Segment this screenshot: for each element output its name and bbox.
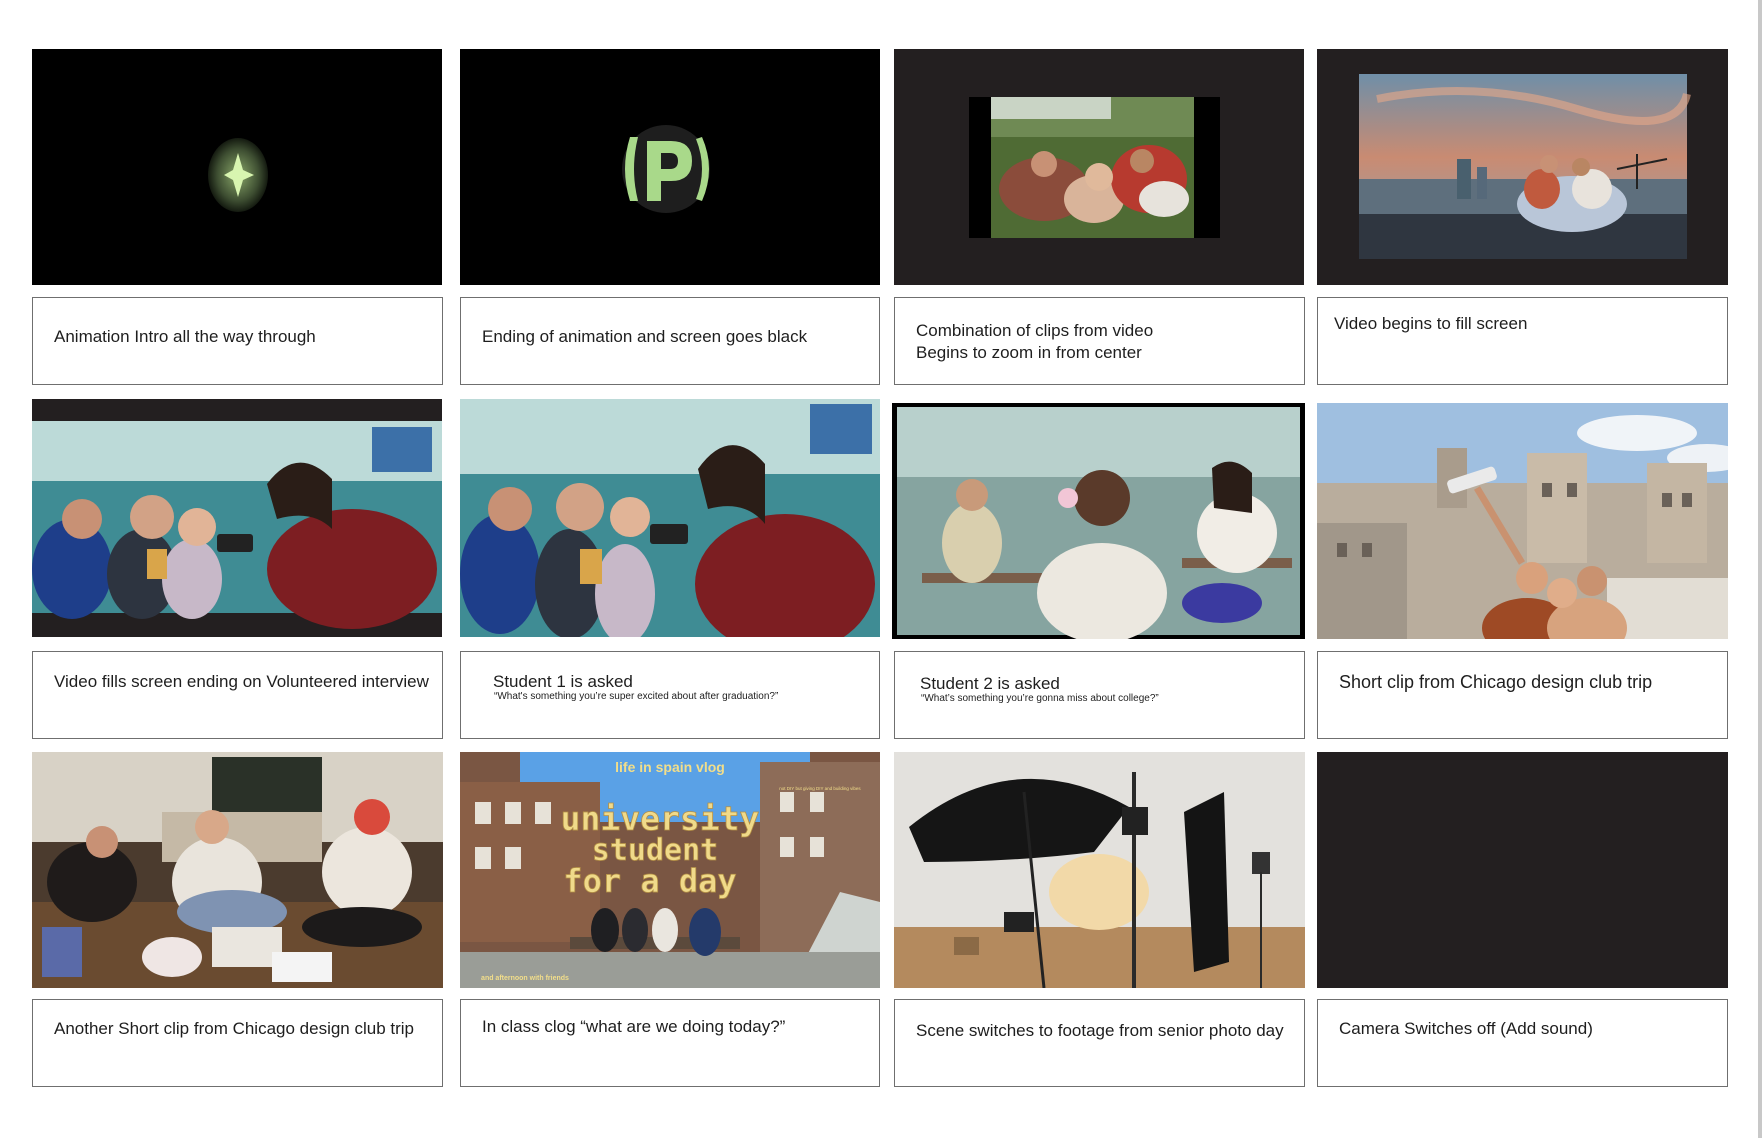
- caption-line-1: Combination of clips from video: [916, 321, 1154, 340]
- caption-text: Short clip from Chicago design club trip: [1339, 672, 1653, 692]
- selfie-in-chicago-clip: [1317, 403, 1728, 639]
- thumbnail-corner-note: not DIY but giving DIY and building vibe…: [779, 786, 861, 791]
- storyboard-frame-6: [460, 399, 880, 637]
- caption-3: Combination of clips from video Begins t…: [894, 297, 1305, 385]
- storyboard-frame-3: [894, 49, 1304, 285]
- student-in-classroom-clip: [897, 407, 1300, 639]
- caption-9: Another Short clip from Chicago design c…: [32, 999, 443, 1087]
- caption-text: Video fills screen ending on Volunteered…: [54, 672, 429, 691]
- blank-dark-frame: [1317, 752, 1728, 988]
- photo-studio-clip: [894, 752, 1305, 988]
- caption-6: Student 1 is asked “What's something you…: [460, 651, 880, 739]
- storyboard-frame-5: [32, 399, 442, 637]
- storyboard-frame-9: [32, 752, 443, 988]
- caption-text: In class clog “what are we doing today?”: [482, 1017, 786, 1036]
- thumbnail-bottom-text: and afternoon with friends: [481, 975, 569, 982]
- storyboard-frame-11: [894, 752, 1305, 988]
- caption-text: Camera Switches off (Add sound): [1339, 1019, 1593, 1038]
- caption-10: In class clog “what are we doing today?”: [460, 999, 880, 1087]
- caption-5: Video fills screen ending on Volunteered…: [32, 651, 443, 739]
- thumbnail-top-text: life in spain vlog: [615, 759, 725, 775]
- caption-8: Short clip from Chicago design club trip: [1317, 651, 1728, 739]
- caption-1: Animation Intro all the way through: [32, 297, 443, 385]
- storyboard-frame-8: [1317, 403, 1728, 639]
- caption-12: Camera Switches off (Add sound): [1317, 999, 1728, 1087]
- caption-text: Scene switches to footage from senior ph…: [916, 1021, 1284, 1040]
- caption-2: Ending of animation and screen goes blac…: [460, 297, 880, 385]
- storyboard-frame-1: [32, 49, 442, 285]
- spain-vlog-thumbnail: life in spain vlog not DIY but giving DI…: [460, 752, 880, 988]
- caption-quote: “What’s something you’re gonna miss abou…: [921, 693, 1159, 704]
- storyboard-frame-7: [892, 403, 1305, 639]
- caption-line-2: Begins to zoom in from center: [916, 343, 1142, 362]
- vertical-scrollbar[interactable]: [1758, 0, 1762, 1138]
- caption-11: Scene switches to footage from senior ph…: [894, 999, 1305, 1087]
- caption-quote: “What's something you’re super excited a…: [494, 691, 779, 702]
- storyboard-frame-2: [460, 49, 880, 285]
- caption-7: Student 2 is asked “What’s something you…: [894, 651, 1305, 739]
- caption-text: Animation Intro all the way through: [54, 327, 316, 346]
- caption-4: Video begins to fill screen: [1317, 297, 1728, 385]
- storyboard-frame-10: life in spain vlog not DIY but giving DI…: [460, 752, 880, 988]
- caption-text: Another Short clip from Chicago design c…: [54, 1019, 415, 1038]
- star-glow-icon: [208, 138, 268, 212]
- storyboard-frame-12: [1317, 752, 1728, 988]
- caption-text: Video begins to fill screen: [1334, 314, 1528, 333]
- friends-with-phone-clip: [32, 421, 442, 629]
- rooftop-friends-clip: [1359, 74, 1691, 259]
- caption-text: Ending of animation and screen goes blac…: [482, 327, 808, 346]
- caption-line-1: Student 1 is asked: [493, 672, 633, 691]
- friends-crafting-clip: [32, 752, 443, 988]
- friends-with-phone-full-clip: [460, 399, 880, 637]
- storyboard-frame-4: [1317, 49, 1728, 285]
- caption-line-1: Student 2 is asked: [920, 674, 1060, 693]
- friends-on-grass-clip: [969, 97, 1220, 238]
- thumbnail-title-line-3: for a day: [563, 862, 736, 900]
- p-logo-glow-icon: [622, 125, 710, 213]
